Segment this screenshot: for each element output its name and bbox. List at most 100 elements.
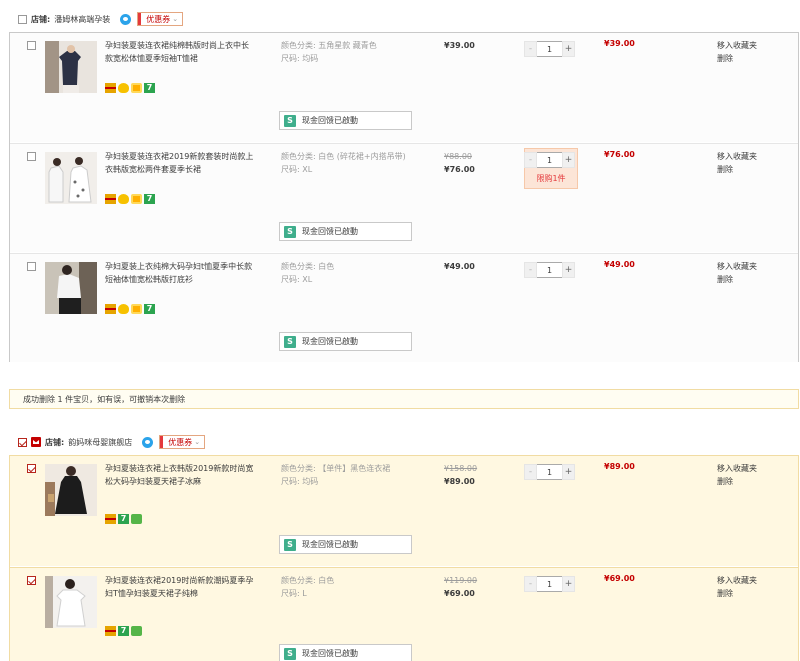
- spec-size: 尺码: 均码: [281, 477, 319, 486]
- qty-decrease-button[interactable]: -: [524, 152, 537, 168]
- flower-icon[interactable]: [118, 83, 129, 93]
- shop-name-link[interactable]: 潘姆林高端孕装: [54, 14, 110, 25]
- cart-item: 孕妇装夏装连衣裙2019新款套装时尚款上衣韩版宽松两件套夏季长裙 7 颜色分类:…: [10, 143, 798, 252]
- coupon-label: 优惠券: [168, 437, 193, 447]
- flower-icon[interactable]: [118, 194, 129, 204]
- rebate-button[interactable]: S 现金回馈已啟動: [279, 332, 412, 351]
- original-price: ¥88.00: [444, 152, 472, 161]
- spec-size: 尺码: XL: [281, 275, 313, 284]
- rebate-label: 现金回馈已啟動: [302, 337, 358, 346]
- unit-price: ¥119.00 ¥69.00: [444, 574, 477, 600]
- product-title-link[interactable]: 孕妇装夏装连衣裙2019新款套装时尚款上衣韩版宽松两件套夏季长裙: [105, 150, 255, 176]
- product-thumbnail[interactable]: [45, 41, 97, 93]
- sun-icon[interactable]: [131, 304, 142, 314]
- service-tags: 7: [105, 194, 155, 204]
- item-checkbox[interactable]: [27, 262, 36, 271]
- product-spec: 颜色分类: 白色 (碎花裙+内搭吊带) 尺码: XL: [281, 150, 431, 176]
- item-checkbox[interactable]: [27, 41, 36, 50]
- current-price: ¥49.00: [444, 262, 475, 271]
- card-icon[interactable]: [105, 626, 116, 636]
- shop-name-link[interactable]: 韵妈咪母婴旗舰店: [68, 437, 132, 448]
- qty-increase-button[interactable]: +: [562, 262, 575, 278]
- qty-decrease-button[interactable]: -: [524, 262, 537, 278]
- product-thumbnail[interactable]: [45, 464, 97, 516]
- card-icon[interactable]: [105, 83, 116, 93]
- current-price: ¥89.00: [444, 477, 475, 486]
- unit-price: ¥88.00 ¥76.00: [444, 150, 475, 176]
- product-title-link[interactable]: 孕妇夏装连衣裙上衣韩版2019新款时尚宽松大码孕妇装夏天裙子冰麻: [105, 462, 255, 488]
- qty-input[interactable]: 1: [537, 152, 562, 168]
- item-operations: 移入收藏夹 删除: [717, 260, 757, 286]
- rebate-button[interactable]: S 现金回馈已啟動: [279, 644, 412, 661]
- cart-item: 孕妇夏装连衣裙2019时尚新款潮妈夏季孕妇T恤孕妇装夏天裙子纯棉 7 颜色分类:…: [10, 567, 798, 661]
- move-to-favorites-link[interactable]: 移入收藏夹: [717, 260, 757, 273]
- seven-icon[interactable]: 7: [144, 304, 155, 314]
- delete-link[interactable]: 删除: [717, 475, 757, 488]
- quantity-stepper: - 1 +: [524, 41, 575, 57]
- product-thumbnail[interactable]: [45, 152, 97, 204]
- chat-icon[interactable]: [120, 13, 132, 25]
- sun-icon[interactable]: [131, 194, 142, 204]
- qty-decrease-button[interactable]: -: [524, 464, 537, 480]
- shop-items-group: 孕妇装夏装连衣裙纯棉韩版时尚上衣中长款宽松体恤夏季短袖T恤裙 7 颜色分类: 五…: [9, 32, 799, 362]
- sun-icon[interactable]: [131, 83, 142, 93]
- current-price: ¥69.00: [444, 589, 475, 598]
- item-checkbox[interactable]: [27, 464, 36, 473]
- item-checkbox[interactable]: [27, 152, 36, 161]
- qty-increase-button[interactable]: +: [562, 41, 575, 57]
- shop-checkbox[interactable]: [18, 437, 27, 447]
- coupon-button[interactable]: 优惠券 ⌄: [159, 435, 206, 449]
- qty-increase-button[interactable]: +: [562, 464, 575, 480]
- product-title-link[interactable]: 孕妇装夏装连衣裙纯棉韩版时尚上衣中长款宽松体恤夏季短袖T恤裙: [105, 39, 255, 65]
- item-subtotal: ¥89.00: [604, 462, 635, 471]
- qty-increase-button[interactable]: +: [562, 576, 575, 592]
- qty-input[interactable]: 1: [537, 464, 562, 480]
- rebate-label: 现金回馈已啟動: [302, 649, 358, 658]
- qty-input[interactable]: 1: [537, 262, 562, 278]
- move-to-favorites-link[interactable]: 移入收藏夹: [717, 150, 757, 163]
- delete-link[interactable]: 删除: [717, 273, 757, 286]
- move-to-favorites-link[interactable]: 移入收藏夹: [717, 39, 757, 52]
- move-to-favorites-link[interactable]: 移入收藏夹: [717, 462, 757, 475]
- card-icon[interactable]: [105, 514, 116, 524]
- card-icon[interactable]: [105, 194, 116, 204]
- rebate-button[interactable]: S 现金回馈已啟動: [279, 222, 412, 241]
- coupon-label: 优惠券: [146, 14, 171, 24]
- seven-icon[interactable]: 7: [144, 83, 155, 93]
- original-price: ¥158.00: [444, 464, 478, 473]
- card-icon[interactable]: [105, 304, 116, 314]
- service-tags: 7: [105, 514, 142, 524]
- qty-decrease-button[interactable]: -: [524, 576, 537, 592]
- product-thumbnail[interactable]: [45, 576, 97, 628]
- cart-item: 孕妇夏装连衣裙上衣韩版2019新款时尚宽松大码孕妇装夏天裙子冰麻 7 颜色分类:…: [10, 456, 798, 566]
- product-title-link[interactable]: 孕妇夏装连衣裙2019时尚新款潮妈夏季孕妇T恤孕妇装夏天裙子纯棉: [105, 574, 255, 600]
- rebate-button[interactable]: S 现金回馈已啟動: [279, 111, 412, 130]
- item-checkbox[interactable]: [27, 576, 36, 585]
- item-operations: 移入收藏夹 删除: [717, 39, 757, 65]
- qty-input[interactable]: 1: [537, 576, 562, 592]
- service-tags: 7: [105, 304, 155, 314]
- rebate-button[interactable]: S 现金回馈已啟動: [279, 535, 412, 554]
- spec-color: 颜色分类: 白色 (碎花裙+内搭吊带): [281, 152, 406, 161]
- delete-link[interactable]: 删除: [717, 163, 757, 176]
- product-title-link[interactable]: 孕妇夏装上衣纯棉大码孕妇t恤夏季中长款短袖体恤宽松韩版打底衫: [105, 260, 255, 286]
- move-to-favorites-link[interactable]: 移入收藏夹: [717, 574, 757, 587]
- qty-increase-button[interactable]: +: [562, 152, 575, 168]
- coupon-button[interactable]: 优惠券 ⌄: [137, 12, 184, 26]
- chat-icon[interactable]: [142, 436, 154, 448]
- qty-decrease-button[interactable]: -: [524, 41, 537, 57]
- delete-link[interactable]: 删除: [717, 587, 757, 600]
- delete-link[interactable]: 删除: [717, 52, 757, 65]
- leaf-icon[interactable]: [131, 514, 142, 524]
- seven-icon[interactable]: 7: [118, 626, 129, 636]
- unit-price: ¥49.00: [444, 260, 475, 273]
- rebate-icon: S: [284, 225, 296, 238]
- shop-checkbox[interactable]: [18, 14, 27, 24]
- seven-icon[interactable]: 7: [118, 514, 129, 524]
- product-thumbnail[interactable]: [45, 262, 97, 314]
- leaf-icon[interactable]: [131, 626, 142, 636]
- seven-icon[interactable]: 7: [144, 194, 155, 204]
- flower-icon[interactable]: [118, 304, 129, 314]
- qty-input[interactable]: 1: [537, 41, 562, 57]
- product-spec: 颜色分类: 白色 尺码: L: [281, 574, 431, 600]
